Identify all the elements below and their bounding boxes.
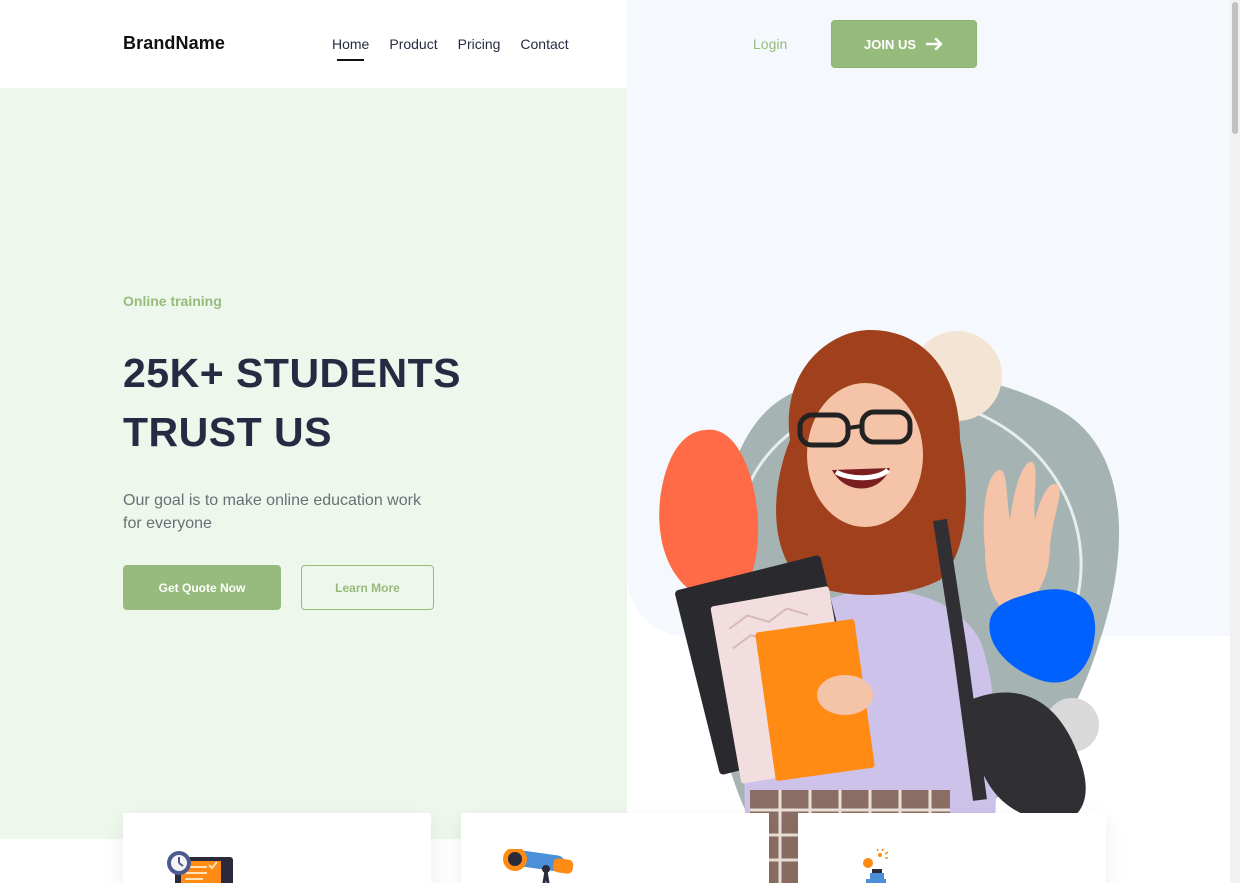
join-us-button[interactable]: JOIN US	[831, 20, 977, 68]
scrollbar-thumb[interactable]	[1232, 2, 1238, 134]
dashboard-checklist-icon	[167, 851, 233, 883]
nav-home[interactable]: Home	[332, 36, 369, 61]
arrow-right-icon	[926, 37, 943, 51]
hero-headline: 25K+ STUDENTS TRUST US	[123, 344, 543, 462]
nav-pricing[interactable]: Pricing	[458, 36, 501, 52]
nav-contact[interactable]: Contact	[520, 36, 568, 52]
hero-eyebrow: Online training	[123, 293, 222, 309]
join-us-label: JOIN US	[863, 36, 916, 52]
main-nav: Home Product Pricing Contact	[332, 36, 569, 61]
headline-line-2: TRUST US	[123, 409, 332, 455]
header: BrandName Home Product Pricing Contact	[0, 0, 627, 88]
hero-subtext: Our goal is to make online education wor…	[123, 492, 421, 532]
brand-logo[interactable]: BrandName	[123, 33, 225, 54]
feature-card-3	[798, 813, 1106, 883]
hero-left-background	[0, 88, 627, 839]
page-scrollbar[interactable]	[1230, 0, 1240, 883]
microscope-icon	[863, 849, 889, 883]
hero-illustration	[659, 330, 1120, 883]
telescope-icon	[503, 849, 574, 883]
login-link[interactable]: Login	[753, 36, 787, 52]
feature-card-2	[461, 813, 769, 883]
get-quote-button[interactable]: Get Quote Now	[123, 565, 281, 610]
nav-product[interactable]: Product	[389, 36, 437, 52]
feature-card-1	[123, 813, 431, 883]
learn-more-button[interactable]: Learn More	[301, 565, 434, 610]
headline-line-1: 25K+ STUDENTS	[123, 350, 462, 396]
